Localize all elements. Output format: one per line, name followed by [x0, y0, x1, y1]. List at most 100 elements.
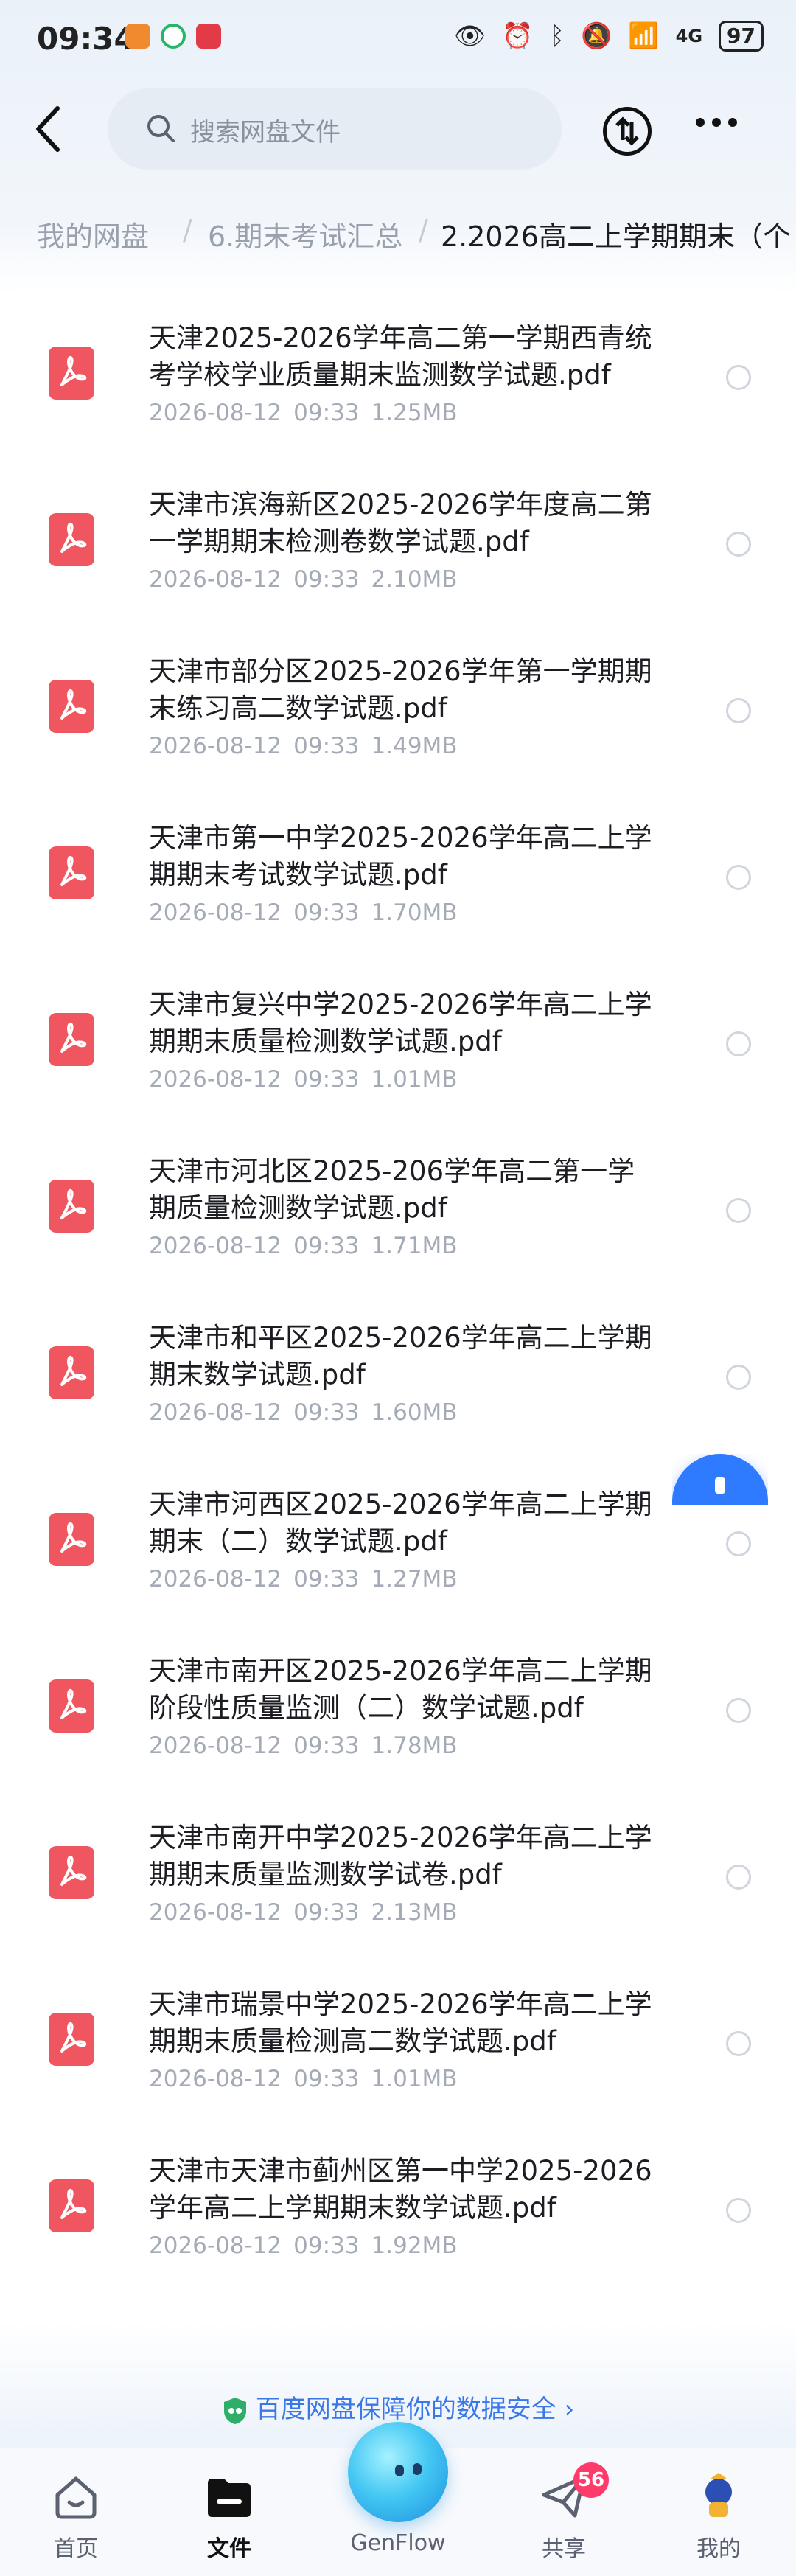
- share-notification-badge: 56: [573, 2462, 609, 2498]
- tab-home-label: 首页: [54, 2536, 98, 2562]
- search-icon: [147, 115, 175, 142]
- file-meta: 2026-08-12 09:33 2.13MB: [149, 1899, 458, 1926]
- file-meta: 2026-08-12 09:33 1.01MB: [149, 2066, 458, 2092]
- file-row[interactable]: 天津市第一中学2025-2026学年高二上学 期期末考试数学试题.pdf 2026…: [0, 787, 796, 954]
- select-checkbox[interactable]: [726, 1531, 751, 1556]
- file-row[interactable]: 天津市南开中学2025-2026学年高二上学 期期末质量监测数学试卷.pdf 20…: [0, 1787, 796, 1954]
- select-checkbox[interactable]: [726, 1365, 751, 1390]
- assistant-eye-icon: [413, 2463, 422, 2475]
- file-row[interactable]: 天津2025-2026学年高二第一学期西青统 考学校学业质量期末监测数学试题.pd…: [0, 288, 796, 454]
- select-checkbox[interactable]: [726, 365, 751, 390]
- status-system-icons: 👁 ⏰ ᛒ 🔕 📶 4G 97: [454, 21, 764, 52]
- tab-share[interactable]: 56 共享: [509, 2448, 619, 2576]
- select-checkbox[interactable]: [726, 1865, 751, 1890]
- pdf-file-icon: [49, 1679, 94, 1733]
- tab-mine[interactable]: 我的: [663, 2448, 774, 2576]
- file-name: 天津市南开区2025-2026学年高二上学期 阶段性质量监测（二）数学试题.pdf: [149, 1655, 652, 1724]
- file-meta: 2026-08-12 09:33 1.71MB: [149, 1233, 458, 1259]
- status-time: 09:34: [37, 21, 136, 57]
- pdf-file-icon: [49, 1346, 94, 1399]
- file-name: 天津市部分区2025-2026学年第一学期期 末练习高二数学试题.pdf: [149, 655, 652, 724]
- file-meta: 2026-08-12 09:33 1.27MB: [149, 1566, 458, 1592]
- eye-icon: 👁: [454, 21, 486, 51]
- breadcrumb-separator: /: [183, 214, 192, 246]
- file-row[interactable]: 天津市部分区2025-2026学年第一学期期 末练习高二数学试题.pdf 2026…: [0, 621, 796, 787]
- select-checkbox[interactable]: [726, 2031, 751, 2056]
- more-options-button[interactable]: [696, 118, 737, 127]
- file-row[interactable]: 天津市和平区2025-2026学年高二上学期 期末数学试题.pdf 2026-08…: [0, 1287, 796, 1454]
- notification-app-icon: [196, 24, 221, 49]
- data-safety-link[interactable]: 百度网盘保障你的数据安全 ›: [0, 2389, 796, 2426]
- select-checkbox[interactable]: [726, 2198, 751, 2223]
- file-name: 天津市滨海新区2025-2026学年度高二第 一学期期末检测卷数学试题.pdf: [149, 489, 652, 557]
- file-row[interactable]: 天津市天津市蓟州区第一中学2025-2026 学年高二上学期期末数学试题.pdf …: [0, 2120, 796, 2287]
- dot-icon: [728, 118, 737, 127]
- file-row[interactable]: 天津市南开区2025-2026学年高二上学期 阶段性质量监测（二）数学试题.pdf…: [0, 1621, 796, 1787]
- assistant-eye-icon: [395, 2465, 404, 2476]
- pdf-file-icon: [49, 2179, 94, 2232]
- breadcrumb-current: 2.2026高二上学期期末（个: [441, 220, 791, 253]
- file-row[interactable]: 天津市河北区2025-206学年高二第一学 期质量检测数学试题.pdf 2026-…: [0, 1121, 796, 1287]
- pdf-file-icon: [49, 1846, 94, 1899]
- sort-arrows-icon: [615, 116, 639, 146]
- pdf-file-icon: [49, 1180, 94, 1233]
- file-name: 天津市河北区2025-206学年高二第一学 期质量检测数学试题.pdf: [149, 1155, 635, 1224]
- pdf-file-icon: [49, 1513, 94, 1566]
- plus-icon: [715, 1477, 725, 1494]
- status-bar: 09:34 👁 ⏰ ᛒ 🔕 📶 4G 97: [0, 0, 796, 81]
- notification-app-icon: [125, 24, 150, 49]
- select-checkbox[interactable]: [726, 865, 751, 890]
- notification-app-icon: [161, 24, 186, 49]
- select-checkbox[interactable]: [726, 1698, 751, 1723]
- search-input[interactable]: 搜索网盘文件: [108, 88, 562, 170]
- file-meta: 2026-08-12 09:33 2.10MB: [149, 566, 458, 593]
- pdf-file-icon: [49, 347, 94, 400]
- dot-icon: [696, 118, 705, 127]
- pdf-file-icon: [49, 680, 94, 733]
- dot-icon: [712, 118, 721, 127]
- genflow-assistant-button[interactable]: [348, 2422, 448, 2522]
- transfer-sort-button[interactable]: [603, 107, 652, 156]
- breadcrumb-separator: /: [419, 214, 428, 246]
- breadcrumb-root[interactable]: 我的网盘: [37, 214, 149, 254]
- status-notification-icons: [125, 24, 221, 49]
- tab-genflow-label: GenFlow: [350, 2530, 446, 2556]
- network-type: 4G: [675, 26, 703, 46]
- file-meta: 2026-08-12 09:33 1.25MB: [149, 400, 458, 426]
- file-name: 天津市南开中学2025-2026学年高二上学 期期末质量监测数学试卷.pdf: [149, 1822, 652, 1890]
- file-row[interactable]: 天津市滨海新区2025-2026学年度高二第 一学期期末检测卷数学试题.pdf 2…: [0, 454, 796, 621]
- pdf-file-icon: [49, 513, 94, 566]
- tab-mine-label: 我的: [696, 2536, 741, 2562]
- file-row[interactable]: 天津市瑞景中学2025-2026学年高二上学 期期末质量检测高二数学试题.pdf …: [0, 1954, 796, 2120]
- home-icon: [55, 2476, 97, 2519]
- file-meta: 2026-08-12 09:33 1.49MB: [149, 733, 458, 759]
- file-list: 天津2025-2026学年高二第一学期西青统 考学校学业质量期末监测数学试题.pd…: [0, 288, 796, 2308]
- file-row[interactable]: 天津市河西区2025-2026学年高二上学期 期末（二）数学试题.pdf 2026…: [0, 1454, 796, 1621]
- back-arrow-icon[interactable]: [28, 100, 68, 159]
- breadcrumb-parent[interactable]: 6.期末考试汇总: [208, 214, 402, 254]
- wifi-icon: 📶: [628, 21, 660, 51]
- file-meta: 2026-08-12 09:33 1.92MB: [149, 2232, 458, 2259]
- pdf-file-icon: [49, 2013, 94, 2066]
- tab-share-label: 共享: [542, 2536, 586, 2562]
- select-checkbox[interactable]: [726, 698, 751, 723]
- bluetooth-icon: ᛒ: [549, 21, 565, 51]
- pdf-file-icon: [49, 846, 94, 899]
- file-name: 天津2025-2026学年高二第一学期西青统 考学校学业质量期末监测数学试题.pd…: [149, 322, 652, 391]
- tab-files[interactable]: 文件: [174, 2448, 284, 2576]
- file-meta: 2026-08-12 09:33 1.78MB: [149, 1733, 458, 1759]
- select-checkbox[interactable]: [726, 1031, 751, 1056]
- file-meta: 2026-08-12 09:33 1.60MB: [149, 1399, 458, 1426]
- safety-note-text: 百度网盘保障你的数据安全: [255, 2395, 556, 2424]
- folder-icon: [208, 2479, 251, 2517]
- file-row[interactable]: 天津市复兴中学2025-2026学年高二上学 期期末质量检测数学试题.pdf 20…: [0, 954, 796, 1121]
- alarm-icon: ⏰: [502, 21, 534, 51]
- chevron-right-icon: ›: [556, 2395, 575, 2424]
- search-placeholder: 搜索网盘文件: [190, 118, 341, 147]
- pdf-file-icon: [49, 1013, 94, 1066]
- select-checkbox[interactable]: [726, 532, 751, 557]
- select-checkbox[interactable]: [726, 1198, 751, 1223]
- file-name: 天津市瑞景中学2025-2026学年高二上学 期期末质量检测高二数学试题.pdf: [149, 1988, 652, 2057]
- tab-home[interactable]: 首页: [21, 2448, 131, 2576]
- file-name: 天津市复兴中学2025-2026学年高二上学 期期末质量检测数学试题.pdf: [149, 989, 652, 1057]
